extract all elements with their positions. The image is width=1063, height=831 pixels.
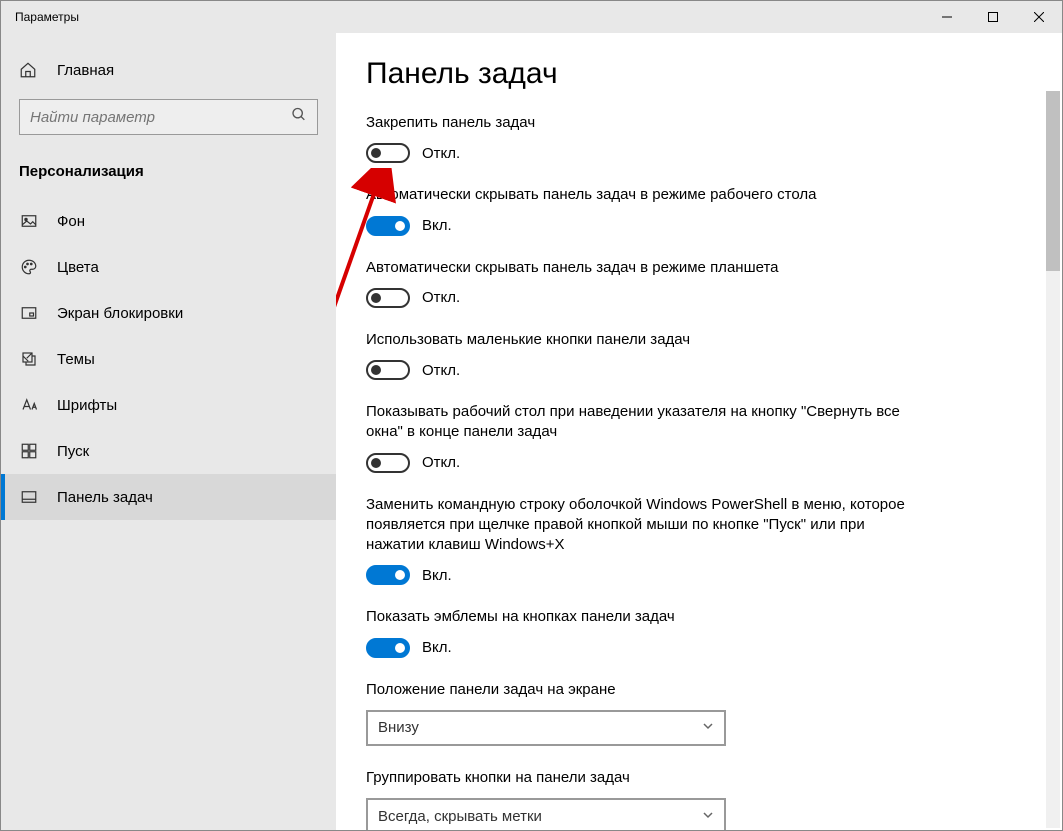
page-title: Панель задач [366,57,1032,91]
maximize-button[interactable] [970,1,1016,33]
chevron-down-icon [702,809,714,824]
toggle-switch[interactable] [366,216,410,236]
dropdown[interactable]: Внизу [366,710,726,746]
body: Главная Персонализация Фон Цвета [1,33,1062,830]
search-box[interactable] [19,99,318,135]
toggle-state-label: Вкл. [422,567,452,584]
close-button[interactable] [1016,1,1062,33]
setting-label: Заменить командную строку оболочкой Wind… [366,495,926,556]
dropdown-setting: Группировать кнопки на панели задач Всегд… [366,768,926,830]
taskbar-icon [19,488,39,506]
lockscreen-icon [19,304,39,322]
setting-item: Заменить командную строку оболочкой Wind… [366,495,926,586]
themes-icon [19,350,39,368]
section-header: Персонализация [1,155,336,188]
sidebar-item-label: Пуск [57,443,89,460]
window-title: Параметры [1,10,924,24]
setting-label: Показать эмблемы на кнопках панели задач [366,607,926,627]
setting-label: Автоматически скрывать панель задач в ре… [366,185,926,205]
window-controls [924,1,1062,33]
setting-label: Использовать маленькие кнопки панели зад… [366,330,926,350]
toggle-switch[interactable] [366,143,410,163]
sidebar-item-taskbar[interactable]: Панель задач [1,474,336,520]
picture-icon [19,212,39,230]
toggle-state-label: Откл. [422,289,460,306]
titlebar: Параметры [1,1,1062,33]
setting-label: Закрепить панель задач [366,113,926,133]
minimize-button[interactable] [924,1,970,33]
sidebar-item-label: Цвета [57,259,99,276]
scrollbar-thumb[interactable] [1046,91,1060,271]
chevron-down-icon [702,720,714,735]
search-input[interactable] [30,109,281,126]
dropdown[interactable]: Всегда, скрывать метки [366,798,726,830]
setting-item: Использовать маленькие кнопки панели зад… [366,330,926,380]
sidebar-item-label: Темы [57,351,95,368]
sidebar-item-label: Панель задач [57,489,153,506]
fonts-icon [19,396,39,414]
home-label: Главная [57,62,114,79]
sidebar-item-label: Экран блокировки [57,305,183,322]
dropdown-value: Внизу [378,719,419,736]
settings-window: Параметры Главная [0,0,1063,831]
toggle-state-label: Откл. [422,454,460,471]
search-icon [291,107,307,128]
sidebar: Главная Персонализация Фон Цвета [1,33,336,830]
toggle-switch[interactable] [366,565,410,585]
setting-item: Показывать рабочий стол при наведении ук… [366,402,926,473]
toggle-state-label: Вкл. [422,217,452,234]
start-icon [19,442,39,460]
setting-label: Положение панели задач на экране [366,680,926,700]
sidebar-item-themes[interactable]: Темы [1,336,336,382]
toggle-switch[interactable] [366,453,410,473]
setting-item: Закрепить панель задач Откл. [366,113,926,163]
toggle-state-label: Вкл. [422,639,452,656]
sidebar-item-background[interactable]: Фон [1,198,336,244]
setting-label: Группировать кнопки на панели задач [366,768,926,788]
toggle-switch[interactable] [366,638,410,658]
home-button[interactable]: Главная [1,53,336,87]
toggle-switch[interactable] [366,288,410,308]
sidebar-item-lockscreen[interactable]: Экран блокировки [1,290,336,336]
sidebar-item-colors[interactable]: Цвета [1,244,336,290]
setting-item: Показать эмблемы на кнопках панели задач… [366,607,926,657]
content-area: Панель задач Закрепить панель задач Откл.… [336,33,1062,830]
setting-label: Автоматически скрывать панель задач в ре… [366,258,926,278]
toggle-state-label: Откл. [422,145,460,162]
dropdown-setting: Положение панели задач на экране Внизу [366,680,926,746]
toggle-state-label: Откл. [422,362,460,379]
setting-item: Автоматически скрывать панель задач в ре… [366,258,926,308]
sidebar-item-start[interactable]: Пуск [1,428,336,474]
setting-item: Автоматически скрывать панель задач в ре… [366,185,926,235]
sidebar-item-label: Фон [57,213,85,230]
toggle-switch[interactable] [366,360,410,380]
sidebar-item-label: Шрифты [57,397,117,414]
dropdown-value: Всегда, скрывать метки [378,808,542,825]
home-icon [19,61,39,79]
setting-label: Показывать рабочий стол при наведении ук… [366,402,926,443]
palette-icon [19,258,39,276]
sidebar-item-fonts[interactable]: Шрифты [1,382,336,428]
